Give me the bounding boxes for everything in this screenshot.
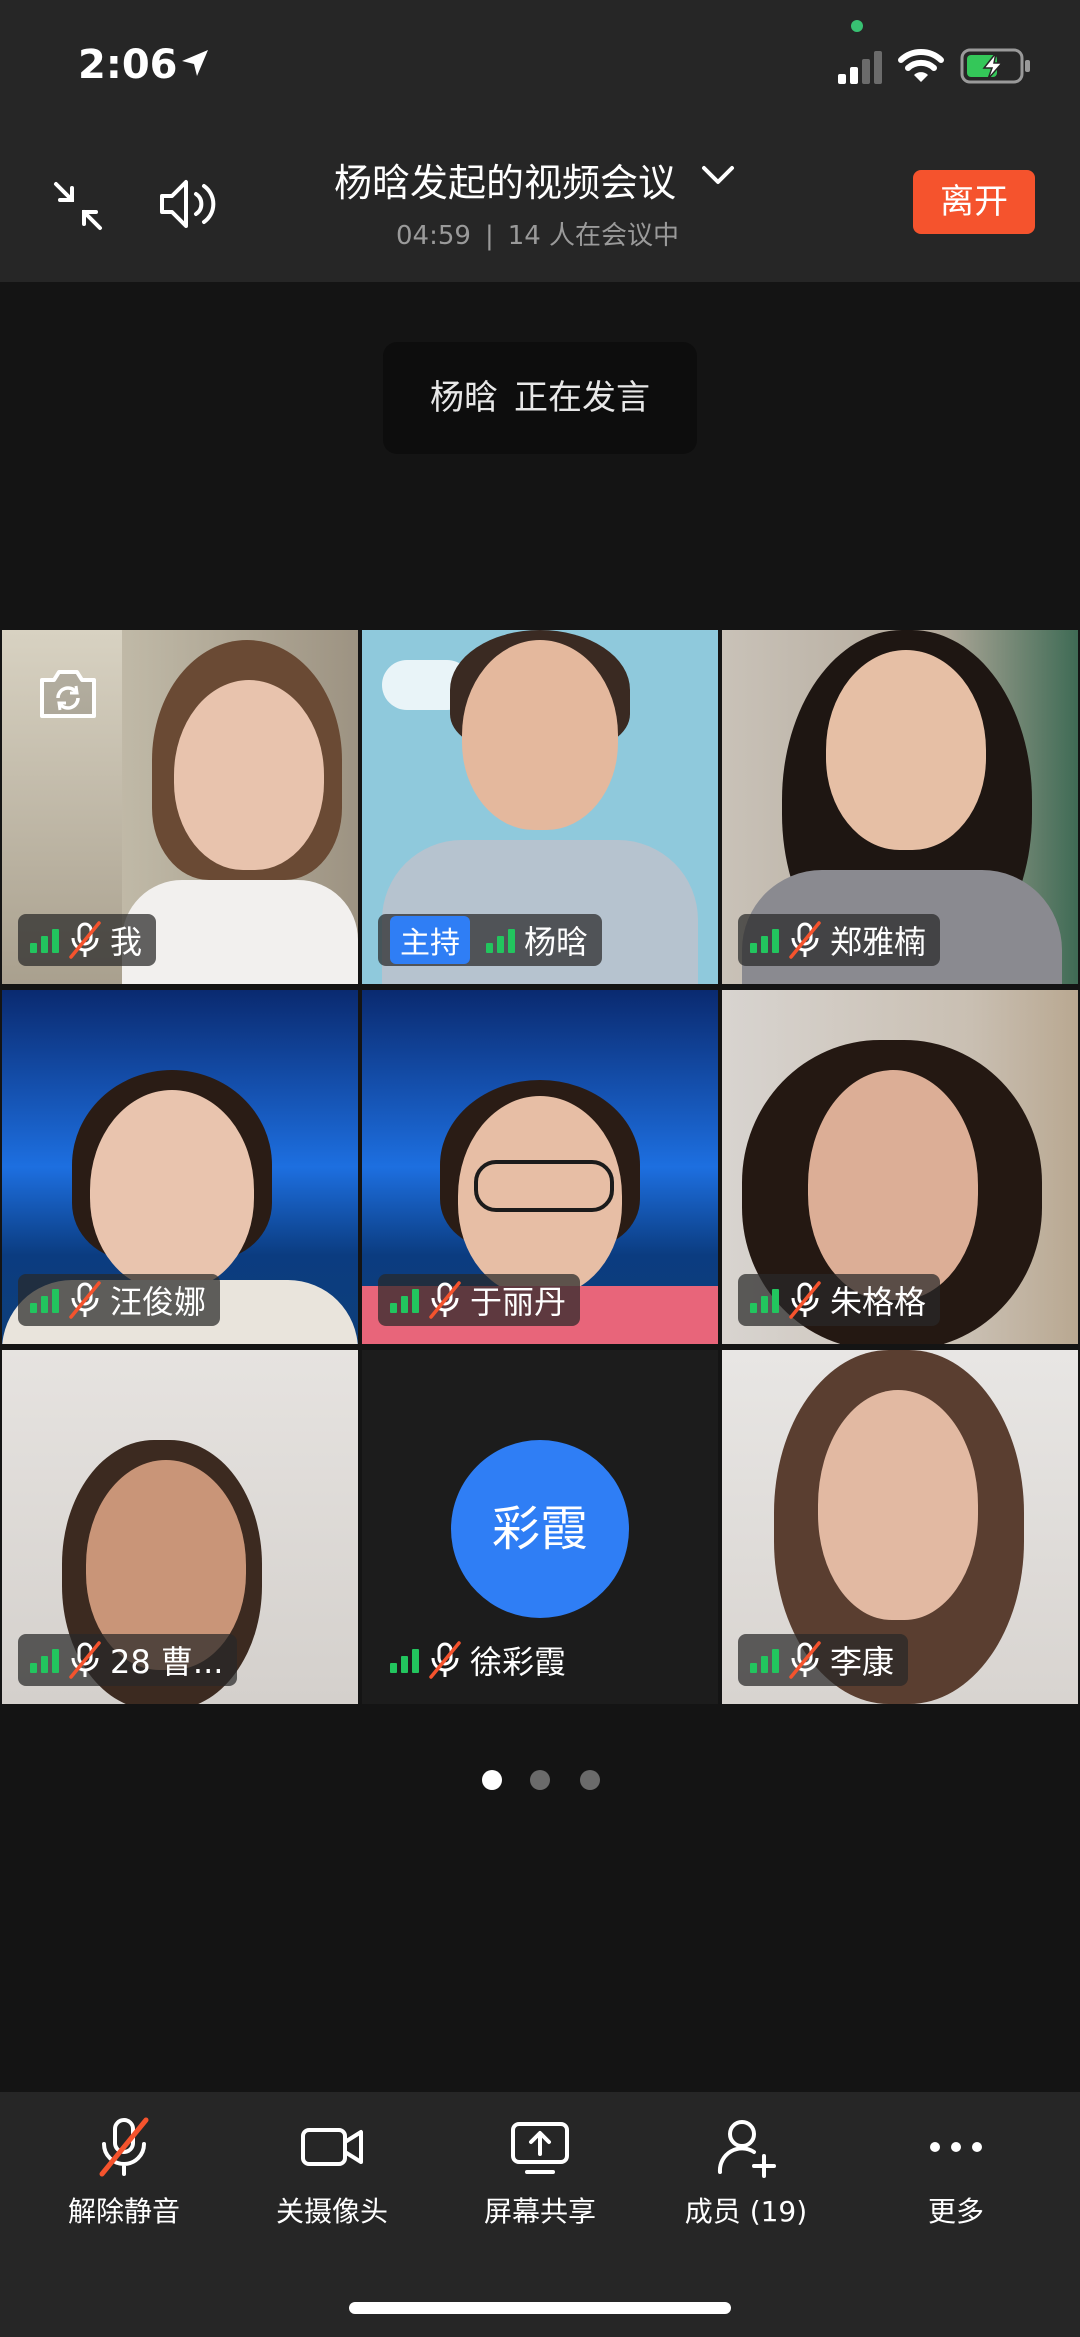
page-dot-active[interactable] bbox=[482, 1770, 502, 1790]
speaker-icon[interactable] bbox=[158, 176, 218, 232]
subtitle-separator: | bbox=[484, 221, 494, 251]
leave-button[interactable]: 离开 bbox=[913, 170, 1035, 234]
video-tile[interactable]: 郑雅楠 bbox=[722, 630, 1078, 984]
video-grid: 我 主持 杨晗 郑雅楠 汪俊娜 于丽丹 朱格格 28 曹... 彩霞 徐彩霞 李… bbox=[0, 630, 1080, 1706]
clock: 2:06 bbox=[78, 42, 178, 88]
wifi-icon bbox=[898, 49, 944, 82]
active-speaker-toast: 杨晗 正在发言 bbox=[383, 342, 697, 454]
participant-name: 李康 bbox=[830, 1643, 895, 1681]
more-label: 更多 bbox=[927, 2195, 984, 2228]
participant-name: 28 曹... bbox=[110, 1643, 224, 1681]
participant-label: 我 bbox=[18, 914, 157, 966]
network-signal-icon bbox=[486, 929, 515, 953]
video-tile[interactable]: 28 曹... bbox=[2, 1350, 358, 1704]
video-tile[interactable]: 于丽丹 bbox=[362, 990, 718, 1344]
toast-status: 正在发言 bbox=[514, 378, 650, 418]
participant-label: 主持 杨晗 bbox=[378, 914, 603, 966]
participant-label: 于丽丹 bbox=[378, 1274, 581, 1326]
participant-label: 郑雅楠 bbox=[738, 914, 941, 966]
video-tile-host[interactable]: 主持 杨晗 bbox=[362, 630, 718, 984]
participant-name: 我 bbox=[110, 923, 143, 961]
participant-avatar: 彩霞 bbox=[451, 1440, 629, 1618]
unmute-label: 解除静音 bbox=[67, 2195, 180, 2228]
meeting-header: 杨晗发起的视频会议 04:59 | 14 人在会议中 离开 bbox=[0, 130, 1080, 282]
participant-label: 朱格格 bbox=[738, 1274, 941, 1326]
camera-off-label: 关摄像头 bbox=[275, 2195, 388, 2228]
video-tile[interactable]: 李康 bbox=[722, 1350, 1078, 1704]
network-signal-icon bbox=[750, 1649, 779, 1673]
network-signal-icon bbox=[30, 1289, 59, 1313]
location-arrow-icon bbox=[182, 50, 208, 76]
video-tile[interactable]: 汪俊娜 bbox=[2, 990, 358, 1344]
meeting-title[interactable]: 杨晗发起的视频会议 bbox=[334, 152, 676, 207]
bottom-toolbar: 解除静音 关摄像头 屏幕共享 成员 (19) 更多 bbox=[0, 2092, 1080, 2337]
network-signal-icon bbox=[30, 929, 59, 953]
camera-off-button[interactable]: 关摄像头 bbox=[232, 2116, 432, 2230]
participant-label: 李康 bbox=[738, 1634, 909, 1686]
participant-name: 徐彩霞 bbox=[470, 1643, 567, 1681]
participant-label: 28 曹... bbox=[18, 1634, 238, 1686]
page-dot[interactable] bbox=[580, 1770, 600, 1790]
mic-muted-icon bbox=[789, 1281, 821, 1319]
mic-muted-icon bbox=[789, 921, 821, 959]
members-label: 成员 (19) bbox=[684, 2195, 808, 2228]
video-tile-no-camera[interactable]: 彩霞 徐彩霞 bbox=[362, 1350, 718, 1704]
participant-name: 杨晗 bbox=[524, 923, 589, 961]
meeting-subtitle: 04:59 | 14 人在会议中 bbox=[396, 215, 679, 252]
mic-muted-icon bbox=[69, 1281, 101, 1319]
participant-label: 汪俊娜 bbox=[18, 1274, 221, 1326]
mic-muted-icon bbox=[69, 1641, 101, 1679]
network-signal-icon bbox=[390, 1649, 419, 1673]
screen-share-button[interactable]: 屏幕共享 bbox=[440, 2116, 640, 2230]
meeting-duration: 04:59 bbox=[396, 221, 471, 251]
network-signal-icon bbox=[750, 929, 779, 953]
mic-muted-icon bbox=[99, 2117, 149, 2177]
video-tile-me[interactable]: 我 bbox=[2, 630, 358, 984]
switch-camera-icon[interactable] bbox=[36, 668, 100, 720]
network-signal-icon bbox=[390, 1289, 419, 1313]
screen-share-label: 屏幕共享 bbox=[483, 2195, 596, 2228]
screen-share-icon bbox=[511, 2122, 569, 2174]
participant-name: 郑雅楠 bbox=[830, 923, 927, 961]
mic-muted-icon bbox=[69, 921, 101, 959]
network-signal-icon bbox=[30, 1649, 59, 1673]
chevron-down-icon[interactable] bbox=[700, 164, 736, 188]
video-tile[interactable]: 朱格格 bbox=[722, 990, 1078, 1344]
unmute-button[interactable]: 解除静音 bbox=[24, 2116, 224, 2230]
add-member-icon bbox=[717, 2120, 776, 2178]
cellular-signal-icon bbox=[838, 51, 882, 84]
camera-in-use-indicator bbox=[851, 20, 863, 32]
page-dot[interactable] bbox=[530, 1770, 550, 1790]
participant-label: 徐彩霞 bbox=[378, 1634, 580, 1686]
minimize-window-icon[interactable] bbox=[52, 180, 104, 232]
network-signal-icon bbox=[750, 1289, 779, 1313]
toast-speaker-name: 杨晗 bbox=[430, 378, 498, 418]
members-button[interactable]: 成员 (19) bbox=[646, 2116, 846, 2230]
battery-charging-icon bbox=[960, 48, 1030, 84]
participant-name: 于丽丹 bbox=[470, 1283, 567, 1321]
mic-muted-icon bbox=[789, 1641, 821, 1679]
host-badge: 主持 bbox=[390, 916, 470, 964]
video-camera-icon bbox=[301, 2128, 363, 2166]
participant-name: 汪俊娜 bbox=[110, 1283, 207, 1321]
participant-count: 14 人在会议中 bbox=[507, 221, 680, 251]
status-bar: 2:06 bbox=[0, 0, 1080, 130]
mic-muted-icon bbox=[429, 1281, 461, 1319]
more-button[interactable]: 更多 bbox=[856, 2116, 1056, 2230]
home-indicator[interactable] bbox=[349, 2302, 731, 2314]
more-dots-icon bbox=[930, 2142, 982, 2152]
participant-name: 朱格格 bbox=[830, 1283, 927, 1321]
mic-muted-icon bbox=[429, 1641, 461, 1679]
